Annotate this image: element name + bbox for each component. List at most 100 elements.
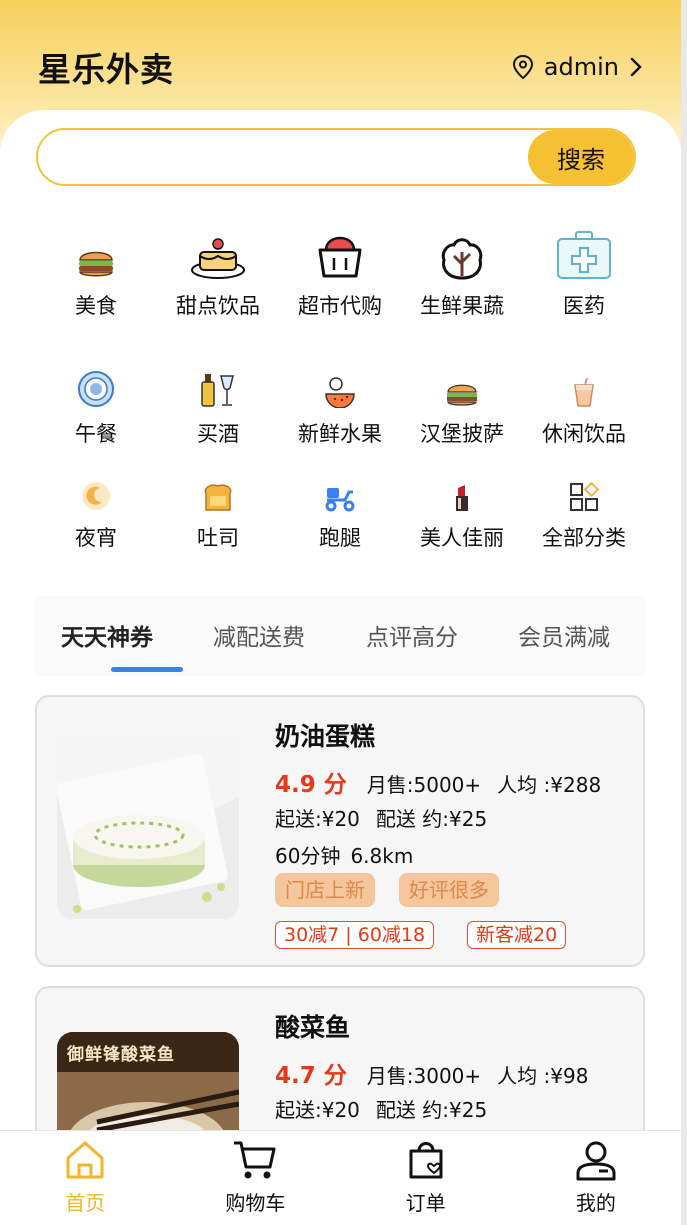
delivery-fee: 配送 约:¥25 bbox=[375, 1098, 488, 1122]
nav-label: 购物车 bbox=[225, 1191, 286, 1215]
hamburger-icon bbox=[445, 370, 479, 408]
nav-cart[interactable]: 购物车 bbox=[170, 1131, 340, 1225]
min-order: 起送:¥20 bbox=[275, 807, 360, 831]
burger-icon bbox=[76, 224, 116, 280]
nav-label: 我的 bbox=[575, 1191, 616, 1215]
category-label: 新鲜水果 bbox=[298, 422, 382, 446]
search-bar: 搜索 bbox=[36, 128, 636, 186]
basket-icon bbox=[316, 224, 364, 280]
grid-icon bbox=[569, 474, 599, 512]
category-label: 美食 bbox=[75, 294, 117, 318]
tab-member-discount[interactable]: 会员满减 bbox=[518, 618, 610, 652]
discount-badge: 新客减20 bbox=[467, 921, 567, 949]
cake-icon bbox=[190, 224, 246, 280]
store-stats: 4.7 分月售:3000+ 人均 :¥98 bbox=[275, 1056, 588, 1090]
drink-icon bbox=[571, 370, 597, 408]
tab-top-rated[interactable]: 点评高分 bbox=[366, 618, 458, 652]
nav-label: 订单 bbox=[405, 1191, 446, 1215]
category-label: 生鲜果蔬 bbox=[420, 294, 504, 318]
tab-daily-coupon[interactable]: 天天神券 bbox=[61, 618, 153, 652]
medical-kit-icon bbox=[556, 224, 612, 280]
home-icon bbox=[64, 1139, 106, 1185]
category-lunch[interactable]: 午餐 bbox=[35, 370, 157, 448]
delivery-info: 起送:¥20 配送 约:¥25 bbox=[275, 803, 487, 832]
nav-label: 首页 bbox=[65, 1191, 106, 1215]
order-bag-icon bbox=[406, 1139, 446, 1185]
category-row-1: 美食 甜点饮品 超市代购 生鲜果蔬 医药 bbox=[35, 224, 645, 320]
lipstick-icon bbox=[452, 474, 472, 512]
store-card[interactable]: 奶油蛋糕 4.9 分月售:5000+ 人均 :¥288 起送:¥20 配送 约:¥2… bbox=[35, 695, 645, 967]
store-name: 奶油蛋糕 bbox=[275, 722, 376, 751]
wine-icon bbox=[199, 370, 237, 408]
chevron-right-icon bbox=[629, 56, 643, 78]
min-order: 起送:¥20 bbox=[275, 1098, 360, 1122]
category-label: 汉堡披萨 bbox=[420, 422, 504, 446]
username: admin bbox=[543, 53, 619, 81]
toast-icon bbox=[202, 474, 234, 512]
feature-tag: 门店上新 bbox=[275, 873, 375, 907]
category-supermarket[interactable]: 超市代购 bbox=[279, 224, 401, 320]
distance: 6.8km bbox=[350, 844, 414, 868]
category-burger-pizza[interactable]: 汉堡披萨 bbox=[401, 370, 523, 448]
store-score: 4.9 分 bbox=[275, 772, 347, 798]
category-night-snack[interactable]: 夜宵 bbox=[35, 474, 157, 552]
category-fresh-produce[interactable]: 生鲜果蔬 bbox=[401, 224, 523, 320]
category-label: 美人佳丽 bbox=[420, 526, 504, 550]
category-fruit[interactable]: 新鲜水果 bbox=[279, 370, 401, 448]
fruit-icon bbox=[322, 370, 358, 408]
category-errand[interactable]: 跑腿 bbox=[279, 474, 401, 552]
category-row-2: 午餐 买酒 新鲜水果 汉堡披萨 休闲饮品 bbox=[35, 370, 645, 448]
average-price: 人均 :¥98 bbox=[497, 1064, 589, 1088]
search-input[interactable] bbox=[38, 130, 548, 184]
location-pin-icon bbox=[512, 54, 534, 80]
scooter-icon bbox=[323, 474, 357, 512]
category-label: 午餐 bbox=[75, 422, 117, 446]
category-all[interactable]: 全部分类 bbox=[523, 474, 645, 552]
delivery-time: 60分钟 bbox=[275, 844, 341, 868]
category-food[interactable]: 美食 bbox=[35, 224, 157, 320]
delivery-fee: 配送 约:¥25 bbox=[375, 807, 488, 831]
category-label: 跑腿 bbox=[319, 526, 361, 550]
category-label: 夜宵 bbox=[75, 526, 117, 550]
filter-tabs: 天天神券 减配送费 点评高分 会员满减 bbox=[35, 596, 645, 676]
location-selector[interactable]: admin bbox=[512, 53, 643, 81]
category-label: 全部分类 bbox=[542, 526, 626, 550]
nav-profile[interactable]: 我的 bbox=[511, 1131, 681, 1225]
feature-tag: 好评很多 bbox=[399, 873, 499, 907]
bottom-nav: 首页 购物车 订单 我的 bbox=[0, 1130, 681, 1225]
nav-home[interactable]: 首页 bbox=[0, 1131, 170, 1225]
delivery-info: 起送:¥20 配送 约:¥25 bbox=[275, 1094, 487, 1123]
category-alcohol[interactable]: 买酒 bbox=[157, 370, 279, 448]
category-label: 超市代购 bbox=[298, 294, 382, 318]
header: 星乐外卖 admin bbox=[38, 40, 643, 94]
image-caption: 御鲜锋酸菜鱼 bbox=[67, 1045, 175, 1065]
app-page: 星乐外卖 admin 搜索 美食 甜点饮品 超市代购 生鲜果蔬 医药 午餐 买酒… bbox=[0, 0, 681, 1225]
category-drinks[interactable]: 休闲饮品 bbox=[523, 370, 645, 448]
category-label: 买酒 bbox=[197, 422, 239, 446]
store-image bbox=[57, 737, 239, 919]
category-beauty[interactable]: 美人佳丽 bbox=[401, 474, 523, 552]
cart-icon bbox=[232, 1139, 278, 1185]
nav-orders[interactable]: 订单 bbox=[341, 1131, 511, 1225]
category-toast[interactable]: 吐司 bbox=[157, 474, 279, 552]
time-distance: 60分钟 6.8km bbox=[275, 840, 413, 869]
cabbage-icon bbox=[439, 224, 485, 280]
monthly-sales: 月售:5000+ bbox=[366, 773, 482, 797]
monthly-sales: 月售:3000+ bbox=[366, 1064, 482, 1088]
category-label: 甜点饮品 bbox=[176, 294, 260, 318]
search-button[interactable]: 搜索 bbox=[528, 130, 634, 184]
tab-reduced-delivery[interactable]: 减配送费 bbox=[213, 618, 305, 652]
category-row-3: 夜宵 吐司 跑腿 美人佳丽 全部分类 bbox=[35, 474, 645, 552]
category-dessert[interactable]: 甜点饮品 bbox=[157, 224, 279, 320]
average-price: 人均 :¥288 bbox=[497, 773, 602, 797]
moon-icon bbox=[80, 474, 112, 512]
store-stats: 4.9 分月售:5000+ 人均 :¥288 bbox=[275, 765, 601, 799]
active-tab-indicator bbox=[111, 667, 183, 672]
discount-badge: 30减7 | 60减18 bbox=[275, 921, 435, 949]
app-title: 星乐外卖 bbox=[38, 50, 174, 89]
category-medicine[interactable]: 医药 bbox=[523, 224, 645, 320]
category-label: 医药 bbox=[563, 294, 605, 318]
plate-icon bbox=[77, 370, 115, 408]
store-name: 酸菜鱼 bbox=[275, 1013, 351, 1042]
user-icon bbox=[575, 1139, 617, 1185]
